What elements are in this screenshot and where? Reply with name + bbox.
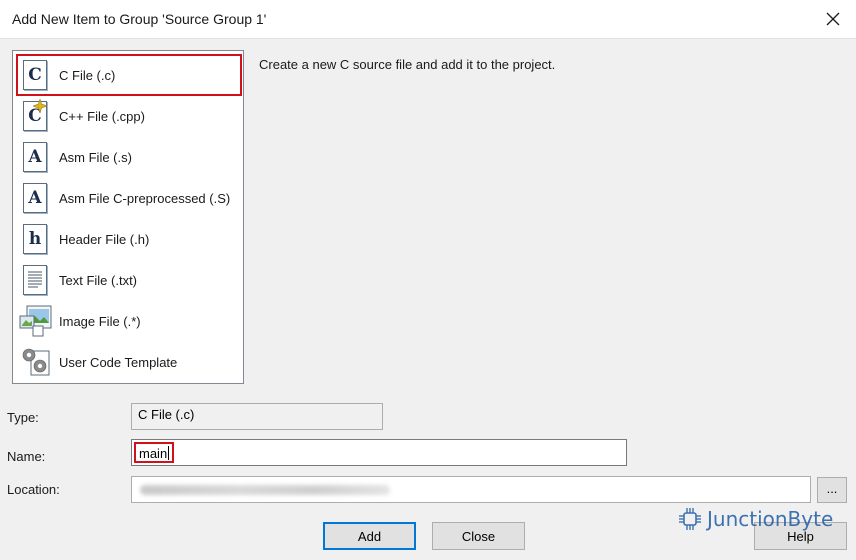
type-label: Type:	[7, 410, 39, 425]
watermark: JunctionByte	[678, 507, 833, 531]
chip-logo-icon	[679, 508, 701, 530]
location-label: Location:	[7, 482, 60, 497]
location-value-blurred	[140, 485, 390, 495]
close-icon	[826, 12, 840, 26]
c-file-icon: C	[19, 58, 53, 92]
name-value-highlight: main	[134, 442, 175, 463]
dialog-title: Add New Item to Group 'Source Group 1'	[12, 11, 267, 27]
header-file-icon: h	[19, 222, 53, 256]
location-input[interactable]	[131, 476, 811, 503]
file-type-label: User Code Template	[59, 354, 178, 370]
file-type-item-text[interactable]: Text File (.txt)	[17, 260, 241, 300]
file-type-item-asm[interactable]: A Asm File (.s)	[17, 137, 241, 177]
file-type-item-cpp[interactable]: C C++ File (.cpp)	[17, 96, 241, 136]
code-template-icon	[19, 345, 53, 379]
name-input[interactable]: main	[131, 439, 627, 466]
type-field: C File (.c)	[131, 403, 383, 430]
file-type-list[interactable]: C C File (.c) C C++ File (.cpp) A Asm Fi…	[12, 50, 244, 384]
file-type-description: Create a new C source file and add it to…	[259, 57, 556, 72]
file-type-label: Text File (.txt)	[59, 272, 138, 288]
add-button[interactable]: Add	[323, 522, 416, 550]
file-type-label: Image File (.*)	[59, 313, 141, 329]
file-type-label: Asm File C-preprocessed (.S)	[59, 190, 231, 206]
text-caret	[168, 446, 170, 460]
cpp-file-icon: C	[19, 99, 53, 133]
file-type-item-user-code-template[interactable]: User Code Template	[17, 342, 241, 382]
file-type-label: Header File (.h)	[59, 231, 150, 247]
name-label: Name:	[7, 449, 46, 464]
close-window-button[interactable]	[810, 0, 856, 38]
watermark-text: JunctionByte	[707, 507, 834, 531]
image-file-icon	[19, 304, 53, 338]
asm-preprocessed-file-icon: A	[19, 181, 53, 215]
close-button[interactable]: Close	[432, 522, 525, 550]
file-type-label: Asm File (.s)	[59, 149, 132, 165]
text-file-icon	[19, 263, 53, 297]
file-type-item-header[interactable]: h Header File (.h)	[17, 219, 241, 259]
browse-button[interactable]: ...	[817, 477, 847, 503]
file-type-label: C++ File (.cpp)	[59, 108, 145, 124]
title-bar: Add New Item to Group 'Source Group 1'	[0, 0, 856, 39]
file-type-item-image[interactable]: Image File (.*)	[17, 301, 241, 341]
file-type-item-asm-preprocessed[interactable]: A Asm File C-preprocessed (.S)	[17, 178, 241, 218]
file-type-label: C File (.c)	[59, 67, 116, 83]
name-value: main	[139, 446, 168, 461]
asm-file-icon: A	[19, 140, 53, 174]
file-type-item-c[interactable]: C C File (.c)	[16, 54, 242, 96]
